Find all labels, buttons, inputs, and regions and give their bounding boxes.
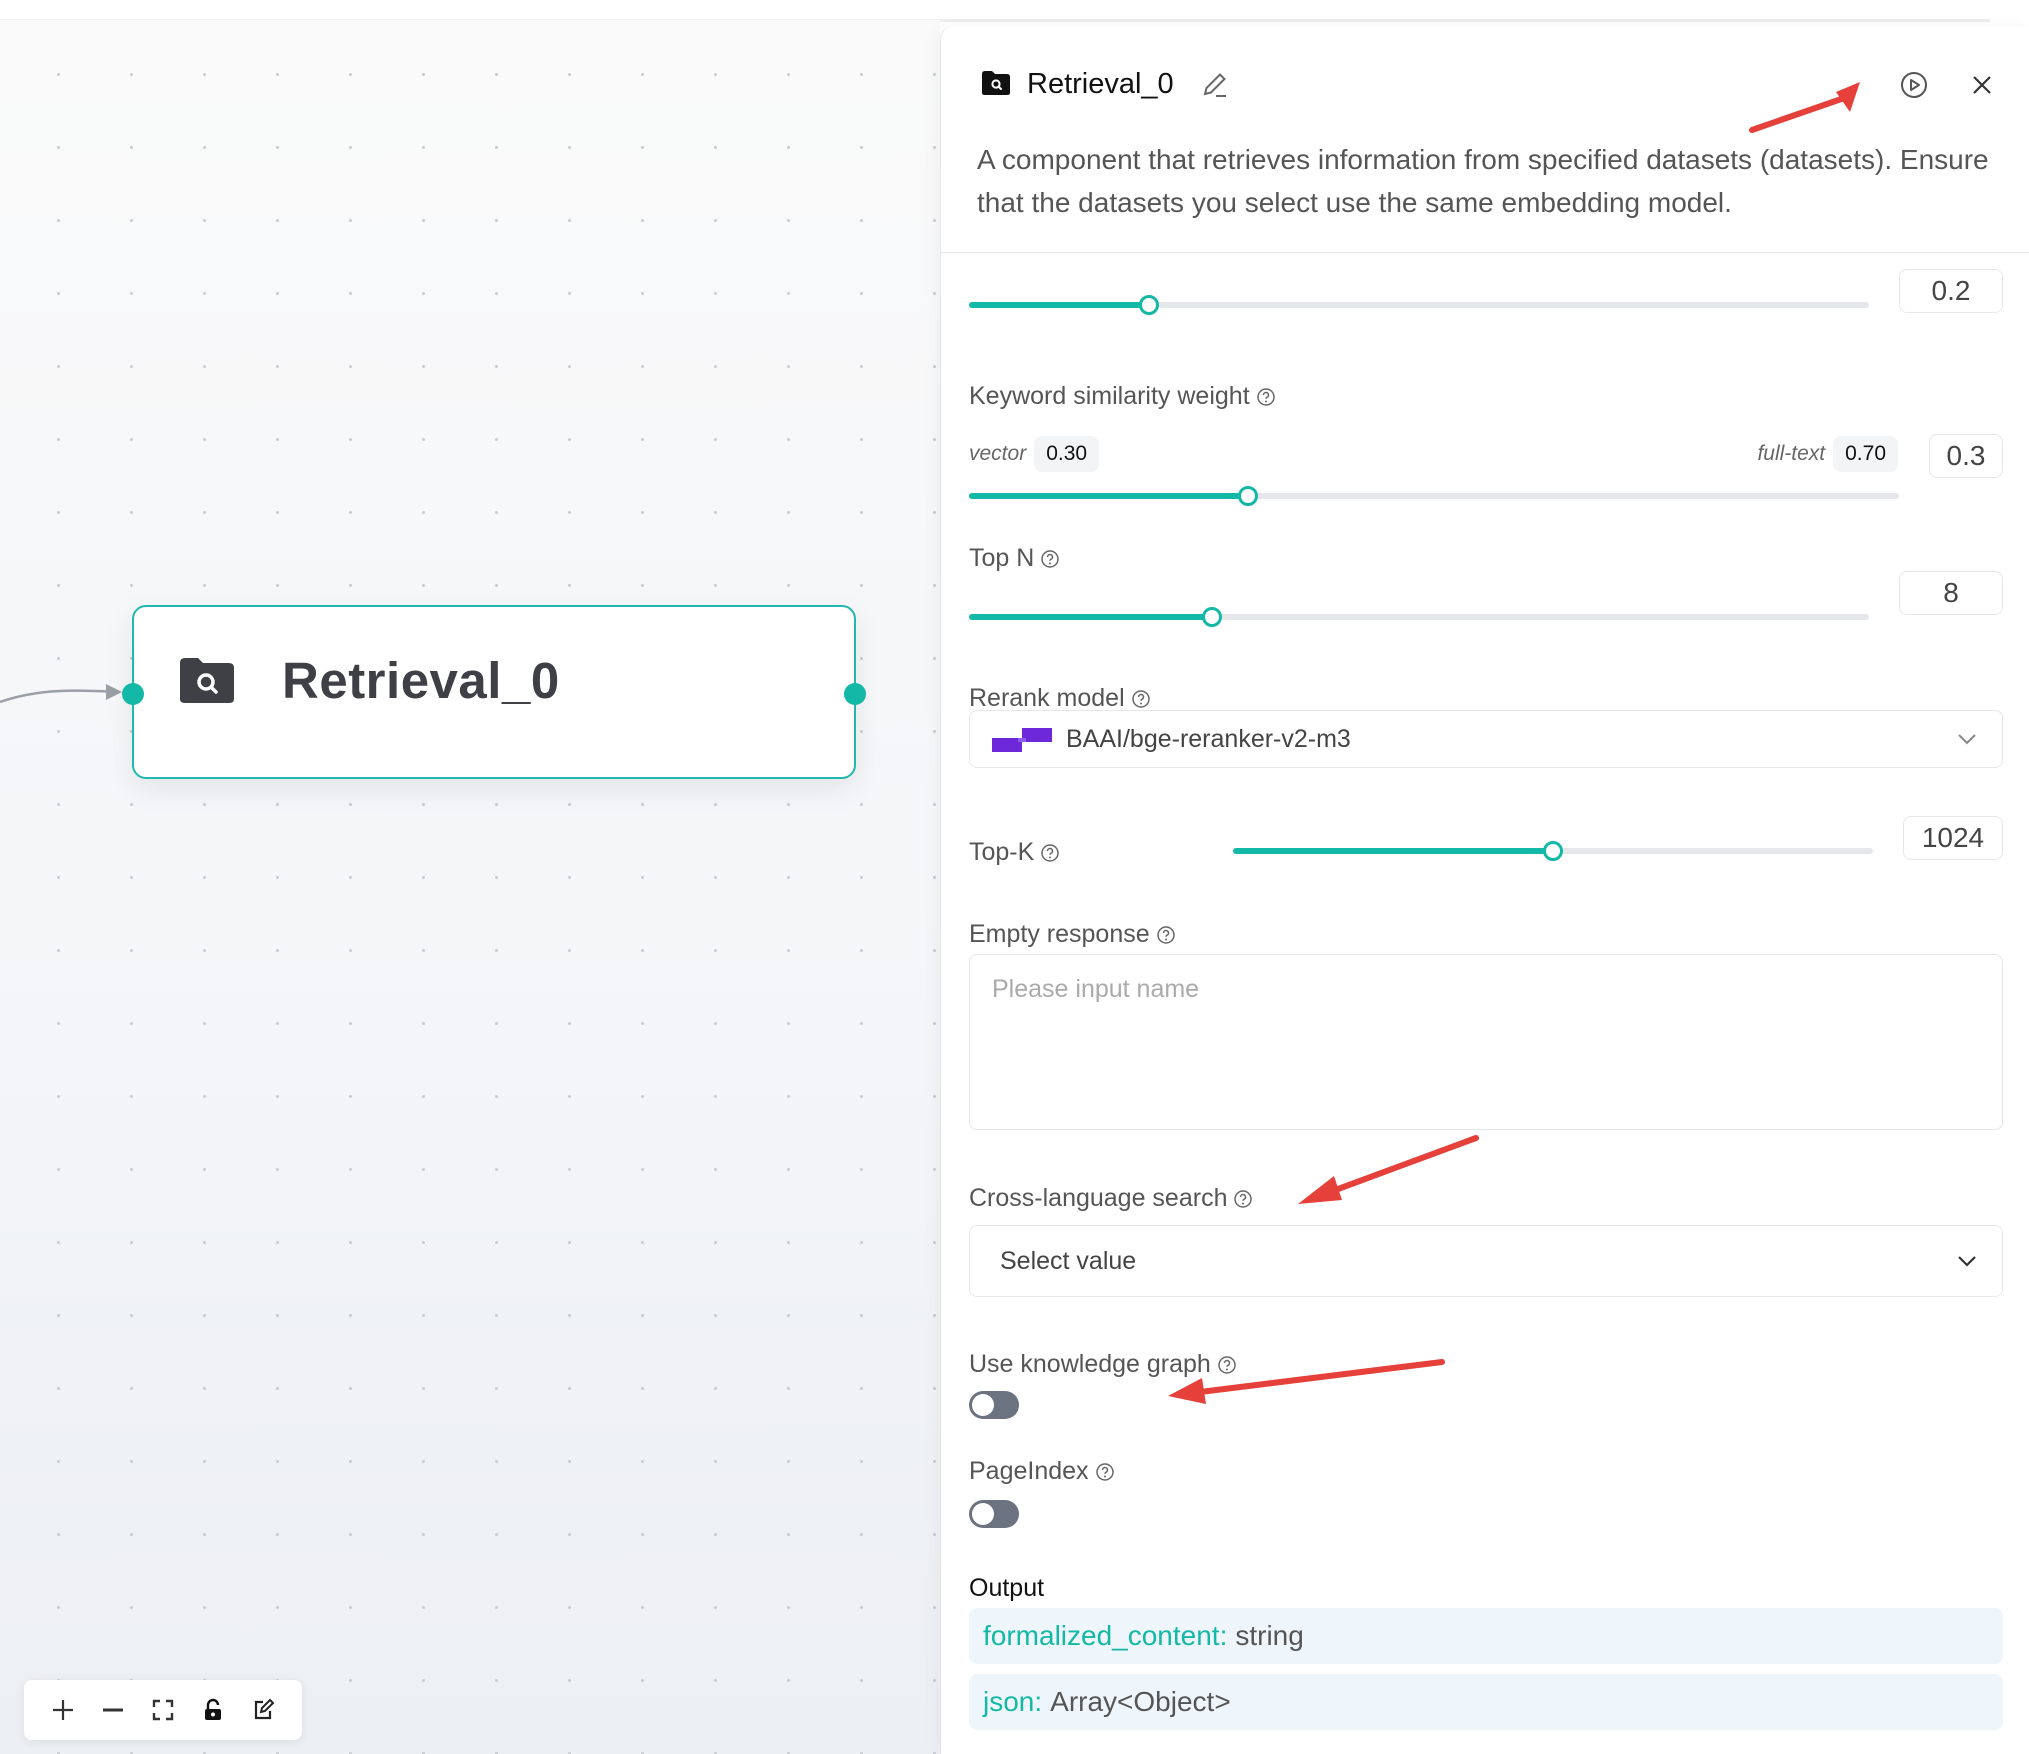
incoming-edge	[0, 684, 122, 704]
keyword-weight-label-text: Keyword similarity weight	[969, 382, 1250, 410]
vector-label: vector	[969, 442, 1027, 465]
empty-response-label: Empty response	[969, 920, 1176, 949]
lock-button[interactable]	[197, 1694, 229, 1726]
top-k-slider[interactable]	[1233, 836, 1873, 866]
top-n-label: Top N	[969, 544, 1060, 573]
flow-canvas[interactable]: Retrieval_0	[0, 20, 940, 1754]
play-circle-icon[interactable]	[1899, 70, 1929, 100]
close-icon[interactable]	[1969, 72, 1995, 98]
help-icon[interactable]	[1131, 689, 1151, 709]
cross-language-label-text: Cross-language search	[969, 1184, 1228, 1212]
rerank-model-label-text: Rerank model	[969, 684, 1125, 712]
empty-response-label-text: Empty response	[969, 920, 1150, 948]
cross-language-label: Cross-language search	[969, 1184, 1253, 1213]
zoom-out-button[interactable]	[97, 1694, 129, 1726]
top-k-label: Top-K	[969, 838, 1060, 867]
slider-thumb[interactable]	[1543, 841, 1563, 861]
edit-note-icon	[254, 1698, 275, 1720]
top-strip	[0, 0, 2029, 20]
keyword-weight-input[interactable]: 0.3	[1929, 434, 2003, 478]
panel-description: A component that retrieves information f…	[977, 144, 1989, 218]
output-key: formalized_content:	[983, 1620, 1228, 1651]
knowledge-graph-toggle[interactable]	[969, 1391, 1019, 1419]
pageindex-label: PageIndex	[969, 1457, 1115, 1486]
node-title: Retrieval_0	[282, 652, 560, 709]
fit-view-button[interactable]	[147, 1694, 179, 1726]
pageindex-toggle[interactable]	[969, 1500, 1019, 1528]
plus-icon	[53, 1700, 73, 1720]
empty-response-input[interactable]	[969, 954, 2003, 1130]
output-type: string	[1235, 1620, 1304, 1651]
fulltext-weight: full-text 0.70	[1757, 436, 1898, 472]
help-icon[interactable]	[1040, 549, 1060, 569]
output-key: json:	[983, 1686, 1043, 1717]
similarity-threshold-input[interactable]: 0.2	[1899, 269, 2003, 313]
chevron-down-icon	[1958, 1256, 1976, 1267]
top-n-input[interactable]: 8	[1899, 571, 2003, 615]
note-button[interactable]	[247, 1694, 279, 1726]
fullscreen-icon	[152, 1699, 174, 1721]
chevron-down-icon	[1958, 734, 1976, 745]
help-icon[interactable]	[1256, 387, 1276, 407]
fulltext-value: 0.70	[1833, 436, 1898, 472]
node-output-handle[interactable]	[844, 683, 866, 705]
canvas-controls	[24, 1680, 302, 1740]
top-n-slider[interactable]	[969, 602, 1869, 632]
slider-thumb[interactable]	[1202, 607, 1222, 627]
output-item: json: Array<Object>	[969, 1674, 2003, 1730]
node-input-handle[interactable]	[122, 683, 144, 705]
annotation-arrow	[1168, 1359, 1445, 1404]
zoom-in-button[interactable]	[47, 1694, 79, 1726]
help-icon[interactable]	[1040, 843, 1060, 863]
pencil-icon[interactable]	[1201, 70, 1229, 98]
output-type: Array<Object>	[1050, 1686, 1231, 1717]
top-k-input[interactable]: 1024	[1903, 816, 2003, 860]
top-n-label-text: Top N	[969, 544, 1035, 572]
rerank-model-value: BAAI/bge-reranker-v2-m3	[1066, 724, 1351, 753]
fulltext-label: full-text	[1757, 442, 1826, 465]
annotation-arrow	[1749, 82, 1860, 133]
header-divider	[941, 252, 2029, 253]
slider-thumb[interactable]	[1139, 295, 1159, 315]
help-icon[interactable]	[1095, 1462, 1115, 1482]
top-k-label-text: Top-K	[969, 838, 1035, 866]
cross-language-select[interactable]: Select value	[969, 1225, 2003, 1297]
rerank-model-select[interactable]: BAAI/bge-reranker-v2-m3	[969, 710, 2003, 768]
rerank-model-label: Rerank model	[969, 684, 1151, 713]
vector-value: 0.30	[1034, 436, 1100, 472]
help-icon[interactable]	[1233, 1189, 1253, 1209]
minus-icon	[103, 1708, 123, 1712]
vector-weight: vector 0.30	[969, 436, 1100, 472]
keyword-weight-slider[interactable]	[969, 481, 1899, 511]
retrieval-node[interactable]: Retrieval_0	[122, 605, 866, 779]
keyword-weight-label: Keyword similarity weight	[969, 382, 1276, 411]
similarity-threshold-slider[interactable]	[969, 290, 1869, 320]
folder-search-icon	[982, 71, 1010, 95]
output-label: Output	[969, 1574, 1045, 1602]
cross-language-placeholder: Select value	[1000, 1246, 1137, 1275]
panel-title: Retrieval_0	[1027, 68, 1174, 100]
node-config-panel: Retrieval_0 A component that retrieves i…	[940, 26, 2029, 1754]
folder-search-icon	[180, 658, 234, 703]
annotation-arrow	[1298, 1135, 1479, 1204]
lock-icon	[205, 1698, 221, 1720]
silicon-flow-logo-icon	[992, 728, 1052, 752]
slider-thumb[interactable]	[1238, 486, 1258, 506]
help-icon[interactable]	[1156, 925, 1176, 945]
pageindex-label-text: PageIndex	[969, 1457, 1089, 1485]
output-item: formalized_content: string	[969, 1608, 2003, 1664]
